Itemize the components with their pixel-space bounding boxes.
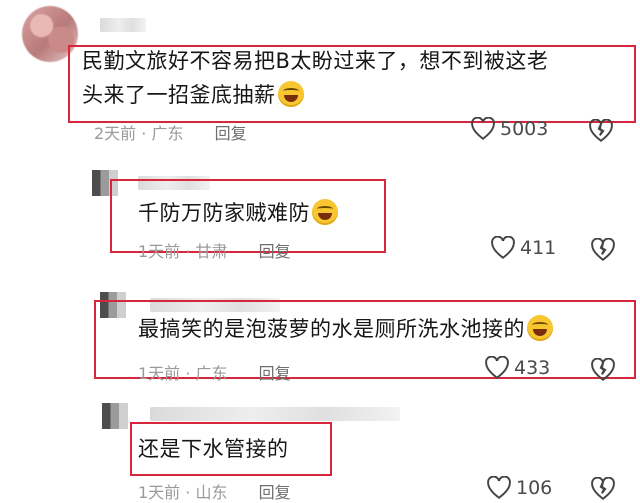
comment-location: 甘肃 — [195, 242, 228, 261]
heart-icon — [487, 476, 511, 499]
comment-time: 1天前 — [138, 242, 181, 261]
comment-meta: 1天前 · 山东 回复 — [138, 483, 291, 502]
comment-location: 山东 — [195, 483, 228, 502]
heart-icon — [471, 117, 495, 140]
broken-heart-icon[interactable] — [588, 119, 614, 143]
avatar[interactable] — [102, 403, 128, 429]
comment-1: 民勤文旅好不容易把B太盼过来了，想不到被这老 头来了一招釜底抽薪 2天前 · 广… — [0, 0, 640, 150]
comment-time: 1天前 — [138, 483, 181, 502]
reply-button[interactable]: 回复 — [215, 124, 247, 143]
comment-text: 还是下水管接的 — [138, 437, 289, 461]
comment-2: 千防万防家贼难防 1天前 · 甘肃 回复 411 — [0, 150, 640, 270]
reply-button[interactable]: 回复 — [259, 364, 291, 383]
comment-3: 最搞笑的是泡菠萝的水是厕所洗水池接的 1天前 · 广东 回复 433 — [0, 280, 640, 400]
like-button[interactable]: 433 — [484, 356, 550, 380]
like-button[interactable]: 411 — [490, 236, 556, 260]
like-count: 433 — [514, 357, 551, 379]
comment-meta: 1天前 · 广东 回复 — [138, 364, 291, 383]
comment-text: 千防万防家贼难防 — [138, 196, 338, 230]
comment-location: 广东 — [151, 124, 184, 143]
broken-heart-icon[interactable] — [590, 477, 616, 501]
comment-text-line1: 民勤文旅好不容易把B太盼过来了，想不到被这老 — [82, 49, 549, 73]
like-button[interactable]: 106 — [486, 476, 552, 500]
comment-time: 2天前 — [94, 124, 137, 143]
laughing-tears-emoji-icon — [277, 81, 304, 107]
heart-icon — [485, 356, 509, 379]
comment-text: 民勤文旅好不容易把B太盼过来了，想不到被这老 头来了一招釜底抽薪 — [82, 44, 627, 112]
comment-text: 最搞笑的是泡菠萝的水是厕所洗水池接的 — [138, 312, 553, 346]
reply-button[interactable]: 回复 — [259, 483, 291, 502]
broken-heart-icon[interactable] — [590, 358, 616, 382]
broken-heart-icon[interactable] — [590, 238, 616, 262]
comment-location: 广东 — [195, 364, 228, 383]
comment-time: 1天前 — [138, 364, 181, 383]
username-blurred[interactable] — [150, 407, 400, 421]
like-count: 106 — [516, 477, 553, 499]
heart-icon — [491, 236, 515, 259]
comment-meta: 1天前 · 甘肃 回复 — [138, 242, 291, 261]
comment-4: 还是下水管接的 1天前 · 山东 回复 106 — [0, 395, 640, 502]
like-count: 411 — [520, 237, 557, 259]
like-count: 5003 — [500, 118, 549, 140]
username-blurred[interactable] — [100, 18, 146, 32]
like-button[interactable]: 5003 — [470, 117, 548, 141]
laughing-tears-emoji-icon — [312, 199, 338, 225]
comment-text-line2: 头来了一招釜底抽薪 — [82, 83, 276, 107]
reply-button[interactable]: 回复 — [259, 242, 291, 261]
comment-meta: 2天前 · 广东 回复 — [94, 124, 247, 143]
laughing-tears-emoji-icon — [527, 315, 553, 341]
